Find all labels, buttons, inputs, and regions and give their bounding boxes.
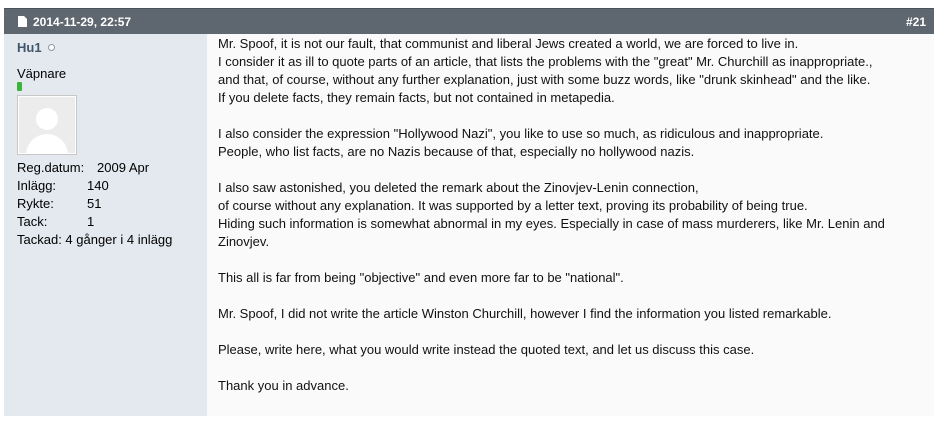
message-paragraph: I also consider the expression "Hollywoo… [218, 125, 934, 161]
message-line: Please, write here, what you would write… [218, 342, 755, 357]
user-stats: Reg.datum: 2009 Apr Inlägg: 140 Rykte: 5… [17, 159, 207, 249]
message-paragraph: Mr. Spoof, it is not our fault, that com… [218, 35, 934, 107]
message-line: I also consider the expression "Hollywoo… [218, 126, 824, 141]
message-line: If you delete facts, they remain facts, … [218, 90, 615, 105]
thanked-count: Tackad: 4 gånger i 4 inlägg [17, 232, 173, 247]
stat-row-thanks: Tack: 1 [17, 213, 207, 231]
avatar-shoulders-shape [26, 134, 68, 154]
stat-row-posts: Inlägg: 140 [17, 177, 207, 195]
stat-row-reg-date: Reg.datum: 2009 Apr [17, 159, 207, 177]
post-body: Hu1 Väpnare Reg.datum: 2009 Apr Inlägg: … [4, 34, 934, 416]
message-line: of course without any explanation. It wa… [218, 198, 808, 213]
message-line: Thank you in advance. [218, 378, 349, 393]
post-document-icon [18, 16, 27, 27]
user-rank: Väpnare [17, 66, 67, 81]
post-number-link[interactable]: #21 [906, 15, 926, 29]
message-line: Hiding such information is somewhat abno… [218, 216, 885, 249]
post-date: 2014-11-29, 22:57 [33, 14, 132, 29]
message-paragraph: This all is far from being "objective" a… [218, 269, 934, 287]
message-line: People, who list facts, are no Nazis bec… [218, 144, 695, 159]
message-line: I also saw astonished, you deleted the r… [218, 180, 699, 195]
stat-label: Reg.datum: [17, 160, 85, 175]
stat-label: Rykte: [17, 196, 54, 211]
stat-row-reputation: Rykte: 51 [17, 195, 207, 213]
stat-label: Inlägg: [17, 178, 57, 193]
message-paragraph: Please, write here, what you would write… [218, 341, 934, 359]
message-paragraph: I also saw astonished, you deleted the r… [218, 179, 934, 251]
message-line: and that, of course, without any further… [218, 72, 871, 87]
avatar-head-shape [36, 108, 58, 130]
stat-label: Tack: [17, 214, 48, 229]
offline-status-icon [47, 44, 55, 51]
message-line: Mr. Spoof, I did not write the article W… [218, 306, 832, 321]
stat-value: 140 [87, 178, 109, 193]
post-date-area: 2014-11-29, 22:57 [18, 15, 131, 29]
message-paragraph: Thank you in advance. [218, 377, 934, 395]
avatar[interactable] [17, 95, 77, 155]
username-row: Hu1 [17, 40, 207, 55]
user-info-sidebar: Hu1 Väpnare Reg.datum: 2009 Apr Inlägg: … [4, 34, 207, 416]
stat-value: 1 [87, 214, 95, 229]
message-line: I consider it as ill to quote parts of a… [218, 54, 873, 69]
message-line: Mr. Spoof, it is not our fault, that com… [218, 36, 799, 51]
stat-value: 2009 Apr [97, 160, 150, 175]
forum-post: 2014-11-29, 22:57 #21 Hu1 Väpnare Reg.da… [4, 8, 934, 416]
message-line: This all is far from being "objective" a… [218, 270, 624, 285]
post-message: Mr. Spoof, it is not our fault, that com… [207, 34, 934, 416]
post-header: 2014-11-29, 22:57 #21 [4, 8, 934, 34]
reputation-bar-icon [17, 82, 22, 91]
stat-value: 51 [87, 196, 102, 211]
message-paragraph: Mr. Spoof, I did not write the article W… [218, 305, 934, 323]
username-link[interactable]: Hu1 [17, 40, 42, 55]
